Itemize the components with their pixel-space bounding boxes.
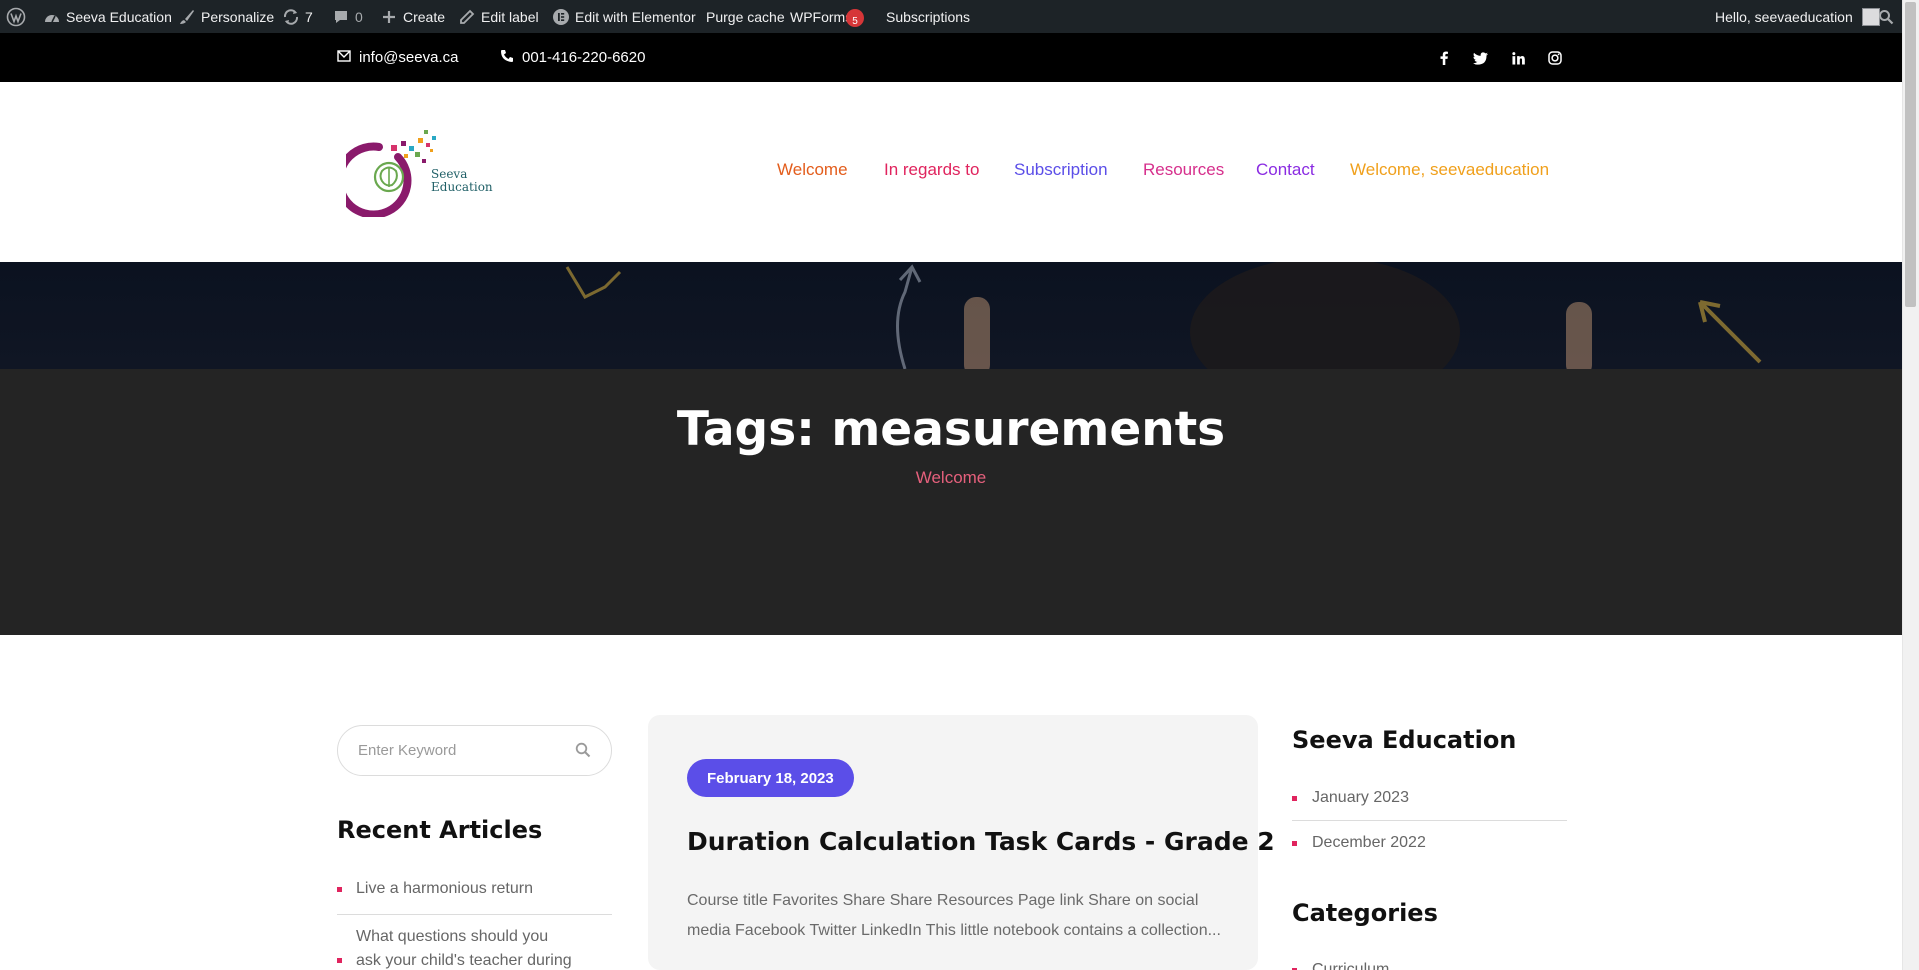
archive-link[interactable]: December 2022 (1312, 831, 1426, 855)
topbar-email: info@seeva.ca (359, 49, 459, 66)
nav-in-regards-to[interactable]: In regards to (884, 160, 979, 180)
admin-comments-link[interactable]: 0 (332, 0, 363, 33)
facebook-icon[interactable] (1433, 47, 1455, 69)
nav-contact[interactable]: Contact (1256, 160, 1315, 180)
site-header: Seeva Education Welcome In regards to Su… (0, 82, 1902, 262)
list-bullet (1292, 796, 1297, 801)
recent-articles-title: Recent Articles (337, 816, 543, 844)
nav-account[interactable]: Welcome, seevaeducation (1350, 160, 1549, 180)
plus-icon (380, 8, 398, 26)
pencil-icon (458, 8, 476, 26)
admin-subscriptions-label: Subscriptions (886, 8, 971, 25)
categories-title: Categories (1292, 899, 1438, 927)
category-link[interactable]: Curriculum (1312, 958, 1389, 970)
post-date-badge[interactable]: February 18, 2023 (687, 759, 854, 797)
admin-purge-cache-link[interactable]: Purge cache (706, 0, 785, 33)
wpforms-notification-badge: 5 (846, 9, 864, 27)
archive-link[interactable]: January 2023 (1312, 786, 1409, 810)
topbar-phone: 001-416-220-6620 (522, 49, 646, 66)
list-divider (1292, 820, 1567, 821)
logo-text: Seeva Education (431, 168, 493, 194)
breadcrumb[interactable]: Welcome (0, 468, 1902, 488)
logo-text-line2: Education (431, 180, 493, 194)
search-form (337, 725, 612, 776)
admin-create-link[interactable]: Create (380, 0, 445, 33)
admin-edit-label: Edit label (481, 8, 539, 25)
list-bullet (1292, 841, 1297, 846)
admin-personalize-label: Personalize (201, 8, 275, 25)
admin-elementor-link[interactable]: Edit with Elementor (552, 0, 696, 33)
instagram-icon[interactable] (1544, 47, 1566, 69)
list-bullet (337, 887, 342, 892)
nav-resources[interactable]: Resources (1143, 160, 1224, 180)
topbar-phone-link[interactable]: 001-416-220-6620 (500, 33, 645, 82)
admin-elementor-label: Edit with Elementor (575, 8, 696, 25)
archives-title: Seeva Education (1292, 726, 1517, 754)
admin-site-name: Seeva Education (66, 8, 172, 25)
admin-site-name-link[interactable]: Seeva Education (43, 0, 172, 33)
twitter-icon[interactable] (1469, 47, 1491, 69)
admin-search-icon[interactable] (1878, 0, 1894, 33)
admin-comments-count: 0 (355, 8, 363, 25)
nav-subscription[interactable]: Subscription (1014, 160, 1108, 180)
list-divider (337, 914, 612, 915)
admin-subscriptions-link[interactable]: Subscriptions (886, 0, 970, 33)
brush-icon (178, 8, 196, 26)
search-icon[interactable] (575, 742, 593, 760)
refresh-icon (282, 8, 300, 26)
comment-icon (332, 8, 350, 26)
admin-updates-link[interactable]: 7 (282, 0, 313, 33)
nav-welcome[interactable]: Welcome (777, 160, 848, 180)
scrollbar-thumb[interactable] (1905, 2, 1916, 307)
envelope-icon (337, 49, 351, 66)
admin-create-label: Create (403, 8, 446, 25)
elementor-icon (552, 8, 570, 26)
contact-topbar: info@seeva.ca 001-416-220-6620 (0, 33, 1902, 82)
linkedin-icon[interactable] (1507, 47, 1529, 69)
admin-updates-count: 7 (305, 8, 313, 25)
post-excerpt: Course title Favorites Share Share Resou… (687, 892, 1221, 939)
admin-wpforms-label: WPForms (790, 8, 853, 25)
wp-admin-bar: Seeva Education Personalize 7 0 Create E… (0, 0, 1902, 33)
recent-article-link[interactable]: Live a harmonious return (356, 877, 611, 901)
recent-article-link[interactable]: What questions should you ask your child… (356, 925, 576, 970)
search-input[interactable] (358, 742, 558, 759)
admin-account-menu[interactable]: Hello, seevaeducation (1715, 0, 1880, 33)
admin-greeting: Hello, seevaeducation (1715, 8, 1853, 25)
topbar-email-link[interactable]: info@seeva.ca (337, 33, 458, 82)
list-bullet (337, 958, 342, 963)
dashboard-icon (43, 8, 61, 26)
phone-icon (500, 49, 514, 67)
wordpress-logo-icon[interactable] (6, 0, 26, 33)
hero-background-image (0, 262, 1902, 369)
post-title[interactable]: Duration Calculation Task Cards - Grade … (687, 827, 1275, 856)
site-logo[interactable]: Seeva Education (335, 127, 493, 219)
admin-purge-cache-label: Purge cache (706, 8, 785, 25)
admin-edit-label-link[interactable]: Edit label (458, 0, 539, 33)
admin-personalize-link[interactable]: Personalize (178, 0, 274, 33)
admin-wpforms-link[interactable]: WPForms (790, 0, 852, 33)
page-title: Tags: measurements (676, 402, 1226, 457)
